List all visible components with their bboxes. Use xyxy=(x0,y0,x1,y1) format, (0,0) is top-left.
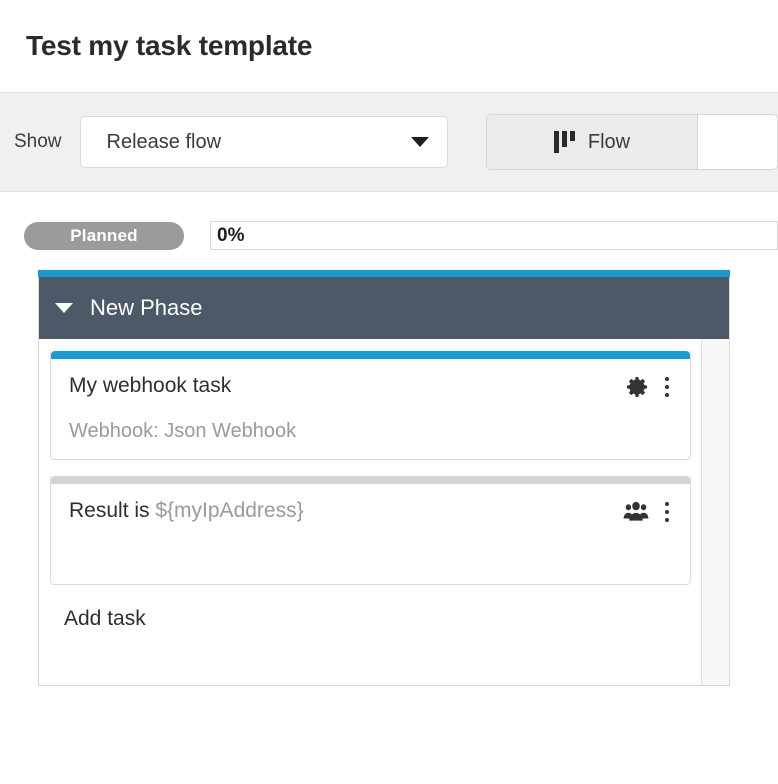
phase-accent-bar xyxy=(38,270,730,277)
task-title-text: Result is xyxy=(69,499,156,522)
phase-title: New Phase xyxy=(90,295,203,320)
tab-secondary-view[interactable] xyxy=(698,114,778,170)
task-title: Result is ${myIpAddress} xyxy=(69,498,304,523)
phase-scrollbar[interactable] xyxy=(701,339,729,685)
progress-bar: 0% xyxy=(210,221,778,250)
task-list: My webhook task Webhook: Json Webhook Re… xyxy=(50,351,691,631)
tab-flow[interactable]: Flow xyxy=(486,114,698,170)
phase-area: New Phase My webhook task Webhook: Json … xyxy=(0,254,778,686)
kebab-menu-icon[interactable] xyxy=(662,500,672,524)
task-card[interactable]: Result is ${myIpAddress} xyxy=(50,476,691,585)
chevron-down-icon xyxy=(411,137,429,147)
task-actions xyxy=(623,498,672,524)
task-title-variable: ${myIpAddress} xyxy=(155,499,304,522)
page-title: Test my task template xyxy=(26,29,313,61)
task-title: My webhook task xyxy=(69,374,232,397)
status-row: Planned 0% xyxy=(0,192,778,254)
users-icon[interactable] xyxy=(623,501,649,523)
status-badge: Planned xyxy=(24,221,184,250)
caret-down-icon[interactable] xyxy=(55,303,73,313)
task-accent-bar xyxy=(51,476,690,484)
kebab-menu-icon[interactable] xyxy=(662,375,672,399)
task-card-body: Result is ${myIpAddress} xyxy=(51,484,690,584)
task-card-body: My webhook task Webhook: Json Webhook xyxy=(51,359,690,459)
phase-panel: New Phase My webhook task Webhook: Json … xyxy=(38,277,730,686)
task-accent-bar xyxy=(51,351,690,359)
gear-icon[interactable] xyxy=(625,375,649,399)
phase-header[interactable]: New Phase xyxy=(39,277,729,339)
show-label: Show xyxy=(14,131,62,152)
page-header: Test my task template xyxy=(0,0,778,92)
progress-bar-label: 0% xyxy=(217,224,245,246)
view-toggle-group: Flow xyxy=(486,114,778,170)
task-actions xyxy=(625,373,672,399)
flow-select[interactable]: Release flow xyxy=(79,116,448,168)
flow-select-value: Release flow xyxy=(106,130,222,153)
task-card[interactable]: My webhook task Webhook: Json Webhook xyxy=(50,351,691,460)
tab-flow-label: Flow xyxy=(587,130,631,153)
add-task-button[interactable]: Add task xyxy=(50,601,691,631)
kanban-flow-icon xyxy=(553,131,575,153)
phase-body: My webhook task Webhook: Json Webhook Re… xyxy=(39,339,729,685)
task-subtitle: Webhook: Json Webhook xyxy=(69,420,297,442)
toolbar: Show Release flow Flow xyxy=(0,92,778,192)
